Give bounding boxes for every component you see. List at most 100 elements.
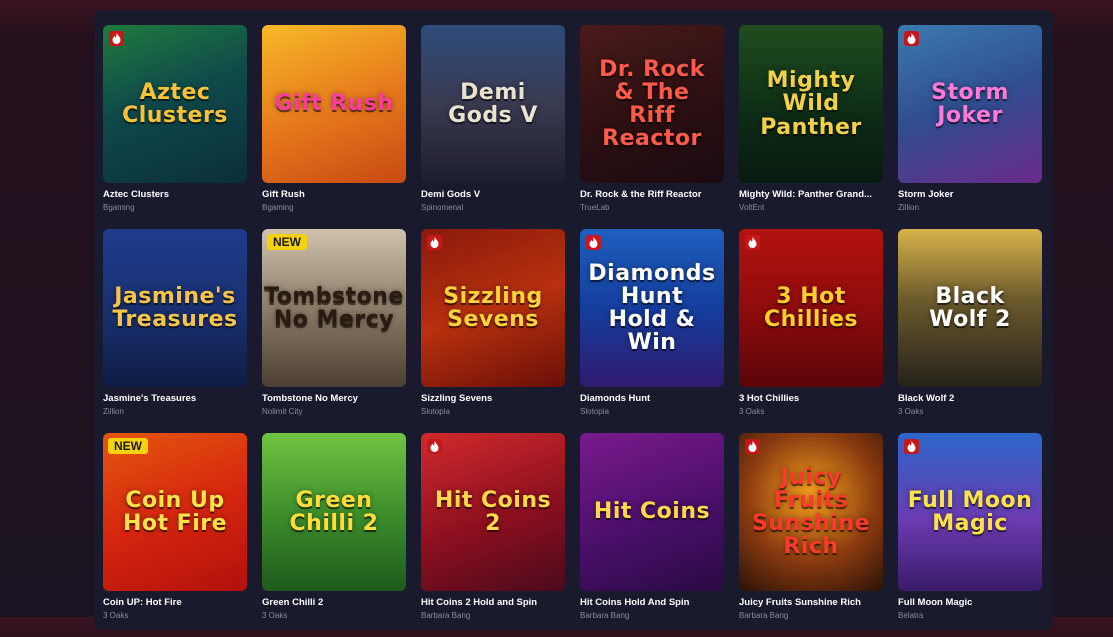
game-provider: Zillion [103,407,124,416]
game-thumbnail[interactable]: Black Wolf 2 [898,229,1042,387]
game-name[interactable]: Full Moon Magic [898,597,1042,608]
game-provider: Bgaming [103,203,135,212]
game-grid-panel: Aztec Clusters Aztec Clusters Bgaming Gi… [94,10,1053,630]
game-thumbnail[interactable]: Hit Coins 2 [421,433,565,591]
game-thumbnail[interactable]: Coin Up Hot Fire NEW [103,433,247,591]
game-thumbnail[interactable]: Storm Joker [898,25,1042,183]
game-name[interactable]: Diamonds Hunt [580,393,724,404]
game-provider: Zillion [898,203,919,212]
hot-flame-icon [904,439,919,454]
game-name[interactable]: Demi Gods V [421,189,565,200]
game-name[interactable]: 3 Hot Chillies [739,393,883,404]
game-art-title: Gift Rush [274,91,394,117]
game-art-title: Dr. Rock & The Riff Reactor [599,56,705,152]
game-art-title: Black Wolf 2 [929,283,1011,332]
new-badge: NEW [108,438,148,454]
game-thumbnail[interactable]: Full Moon Magic [898,433,1042,591]
game-card[interactable]: Dr. Rock & The Riff Reactor Dr. Rock & t… [580,25,724,229]
game-card[interactable]: Hit Coins 2 Hit Coins 2 Hold and Spin Ba… [421,433,565,637]
game-grid: Aztec Clusters Aztec Clusters Bgaming Gi… [103,25,1042,637]
game-card[interactable]: Hit Coins Hit Coins Hold And Spin Barbar… [580,433,724,637]
game-provider: TrueLab [580,203,610,212]
game-provider: Bgaming [262,203,294,212]
game-provider: 3 Oaks [739,407,765,416]
game-card[interactable]: 3 Hot Chillies 3 Hot Chillies 3 Oaks [739,229,883,433]
game-card[interactable]: Diamonds Hunt Hold & Win Diamonds Hunt S… [580,229,724,433]
game-provider: Slotopia [580,407,609,416]
game-art-title: Demi Gods V [448,79,538,128]
game-card[interactable]: Demi Gods V Demi Gods V Spinomenal [421,25,565,229]
game-art-title: Jasmine's Treasures [112,283,238,332]
hot-flame-icon [745,439,760,454]
game-provider: Barbara Bang [421,611,471,620]
game-thumbnail[interactable]: Juicy Fruits Sunshine Rich [739,433,883,591]
game-art-title: Hit Coins [593,499,711,525]
game-art-title: Hit Coins 2 [434,487,552,536]
game-thumbnail[interactable]: Demi Gods V [421,25,565,183]
game-thumbnail[interactable]: Mighty Wild Panther [739,25,883,183]
hot-flame-icon [586,235,601,250]
game-name[interactable]: Jasmine's Treasures [103,393,247,404]
game-provider: Belatra [898,611,924,620]
game-name[interactable]: Storm Joker [898,189,1042,200]
game-art-title: Aztec Clusters [122,79,228,128]
game-card[interactable]: Aztec Clusters Aztec Clusters Bgaming [103,25,247,229]
game-card[interactable]: Green Chilli 2 Green Chilli 2 3 Oaks [262,433,406,637]
game-card[interactable]: Juicy Fruits Sunshine Rich Juicy Fruits … [739,433,883,637]
game-thumbnail[interactable]: Jasmine's Treasures [103,229,247,387]
game-name[interactable]: Green Chilli 2 [262,597,406,608]
game-art-title: Mighty Wild Panther [760,68,862,140]
game-art-title: Tombstone No Mercy [264,283,404,332]
game-art-title: Sizzling Sevens [443,283,543,332]
hot-flame-icon [427,235,442,250]
game-provider: Barbara Bang [580,611,630,620]
game-art-title: Coin Up Hot Fire [122,487,228,536]
hot-flame-icon [109,31,124,46]
game-name[interactable]: Mighty Wild: Panther Grand... [739,189,883,200]
game-name[interactable]: Coin UP: Hot Fire [103,597,247,608]
game-name[interactable]: Dr. Rock & the Riff Reactor [580,189,724,200]
game-name[interactable]: Hit Coins 2 Hold and Spin [421,597,565,608]
game-name[interactable]: Black Wolf 2 [898,393,1042,404]
game-art-title: Juicy Fruits Sunshine Rich [751,464,871,560]
game-card[interactable]: Sizzling Sevens Sizzling Sevens Slotopia [421,229,565,433]
game-name[interactable]: Juicy Fruits Sunshine Rich [739,597,883,608]
game-name[interactable]: Sizzling Sevens [421,393,565,404]
game-card[interactable]: Mighty Wild Panther Mighty Wild: Panther… [739,25,883,229]
game-provider: Nolimit City [262,407,303,416]
game-thumbnail[interactable]: Tombstone No Mercy NEW [262,229,406,387]
game-provider: VoltEnt [739,203,765,212]
game-thumbnail[interactable]: Hit Coins [580,433,724,591]
new-badge: NEW [267,234,307,250]
game-thumbnail[interactable]: Dr. Rock & The Riff Reactor [580,25,724,183]
game-name[interactable]: Tombstone No Mercy [262,393,406,404]
hot-flame-icon [904,31,919,46]
hot-flame-icon [427,439,442,454]
game-card[interactable]: Jasmine's Treasures Jasmine's Treasures … [103,229,247,433]
game-art-title: 3 Hot Chillies [764,283,858,332]
game-art-title: Storm Joker [931,79,1009,128]
game-card[interactable]: Full Moon Magic Full Moon Magic Belatra [898,433,1042,637]
game-name[interactable]: Hit Coins Hold And Spin [580,597,724,608]
game-thumbnail[interactable]: 3 Hot Chillies [739,229,883,387]
game-art-title: Full Moon Magic [907,487,1033,536]
game-thumbnail[interactable]: Green Chilli 2 [262,433,406,591]
game-thumbnail[interactable]: Diamonds Hunt Hold & Win [580,229,724,387]
game-thumbnail[interactable]: Gift Rush [262,25,406,183]
game-card[interactable]: Coin Up Hot Fire NEW Coin UP: Hot Fire 3… [103,433,247,637]
game-card[interactable]: Storm Joker Storm Joker Zillion [898,25,1042,229]
game-provider: Barbara Bang [739,611,789,620]
hot-flame-icon [745,235,760,250]
game-provider: Slotopia [421,407,450,416]
game-card[interactable]: Black Wolf 2 Black Wolf 2 3 Oaks [898,229,1042,433]
game-name[interactable]: Aztec Clusters [103,189,247,200]
game-provider: 3 Oaks [103,611,129,620]
game-card[interactable]: Tombstone No Mercy NEW Tombstone No Merc… [262,229,406,433]
game-thumbnail[interactable]: Aztec Clusters [103,25,247,183]
game-card[interactable]: Gift Rush Gift Rush Bgaming [262,25,406,229]
game-name[interactable]: Gift Rush [262,189,406,200]
game-provider: 3 Oaks [898,407,924,416]
game-thumbnail[interactable]: Sizzling Sevens [421,229,565,387]
game-art-title: Diamonds Hunt Hold & Win [588,260,716,356]
game-provider: 3 Oaks [262,611,288,620]
